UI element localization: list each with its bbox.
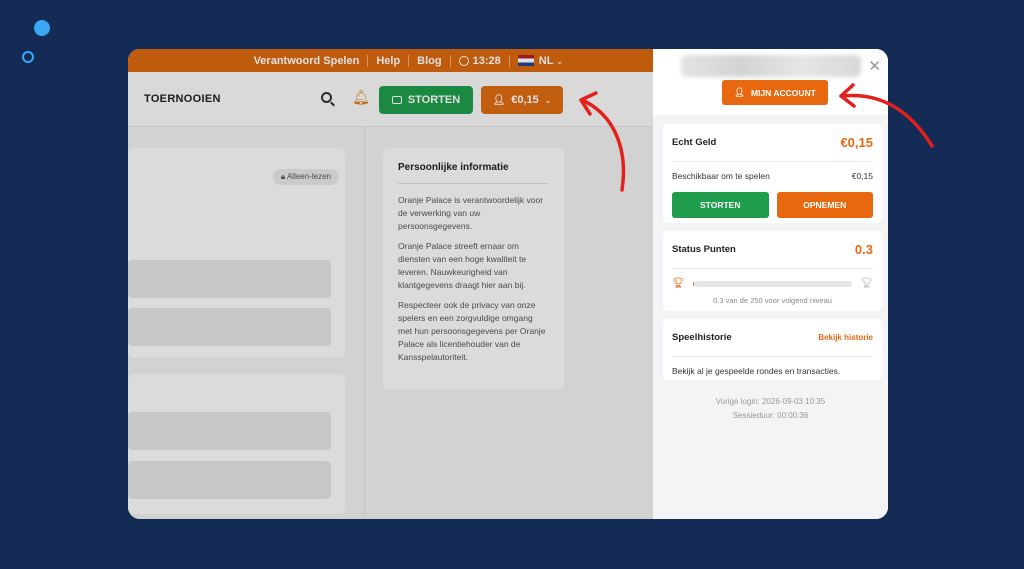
modal-overlay[interactable] xyxy=(128,49,653,519)
close-icon[interactable]: ✕ xyxy=(868,59,881,74)
browser-window: Verantwoord Spelen Help Blog 13:28 NL ⌄ … xyxy=(128,49,888,519)
session-duration: Sessieduur: 00:00:36 xyxy=(732,411,809,420)
status-progress-bar xyxy=(692,281,853,287)
account-panel: ✕ 👤︎ MIJN ACCOUNT Echt Geld €0,15 Beschi… xyxy=(653,49,888,519)
view-history-link[interactable]: Bekijk historie xyxy=(818,333,873,342)
login-info: Vorige login: 2026-09-03 10:35 Sessieduu… xyxy=(653,395,888,423)
last-login: Vorige login: 2026-09-03 10:35 xyxy=(715,397,826,406)
decor-dot-filled xyxy=(34,20,50,36)
site-background: Verantwoord Spelen Help Blog 13:28 NL ⌄ … xyxy=(128,49,653,519)
real-money-card: Echt Geld €0,15 Beschikbaar om te spelen… xyxy=(663,124,882,223)
panel-header: ✕ 👤︎ MIJN ACCOUNT xyxy=(653,49,888,115)
play-history-card: Speelhistorie Bekijk historie Bekijk al … xyxy=(663,319,882,380)
deposit-button[interactable]: STORTEN xyxy=(672,192,769,218)
play-history-label: Speelhistorie xyxy=(672,332,732,343)
status-points-label: Status Punten xyxy=(672,244,736,255)
real-money-label: Echt Geld xyxy=(672,137,717,148)
available-value: €0,15 xyxy=(851,171,873,181)
decor-dot-ring xyxy=(22,51,34,63)
blurred-username xyxy=(681,55,861,77)
real-money-value: €0,15 xyxy=(840,135,873,150)
trophy-icon-next-level: 🏆︎ xyxy=(860,278,873,289)
status-points-value: 0.3 xyxy=(854,242,873,257)
status-points-card: Status Punten 0.3 🏆︎ 🏆︎ 0.3 van de 250 v… xyxy=(663,231,882,311)
available-label: Beschikbaar om te spelen xyxy=(672,171,770,181)
my-account-button[interactable]: 👤︎ MIJN ACCOUNT xyxy=(722,80,828,105)
status-progress-caption: 0.3 van de 250 voor volgend niveau xyxy=(713,296,832,305)
play-history-description: Bekijk al je gespeelde rondes en transac… xyxy=(672,366,841,376)
user-icon: 👤︎ xyxy=(734,87,745,97)
trophy-icon: 🏆︎ xyxy=(672,278,685,289)
my-account-label: MIJN ACCOUNT xyxy=(750,87,816,98)
withdraw-button[interactable]: OPNEMEN xyxy=(776,192,873,218)
